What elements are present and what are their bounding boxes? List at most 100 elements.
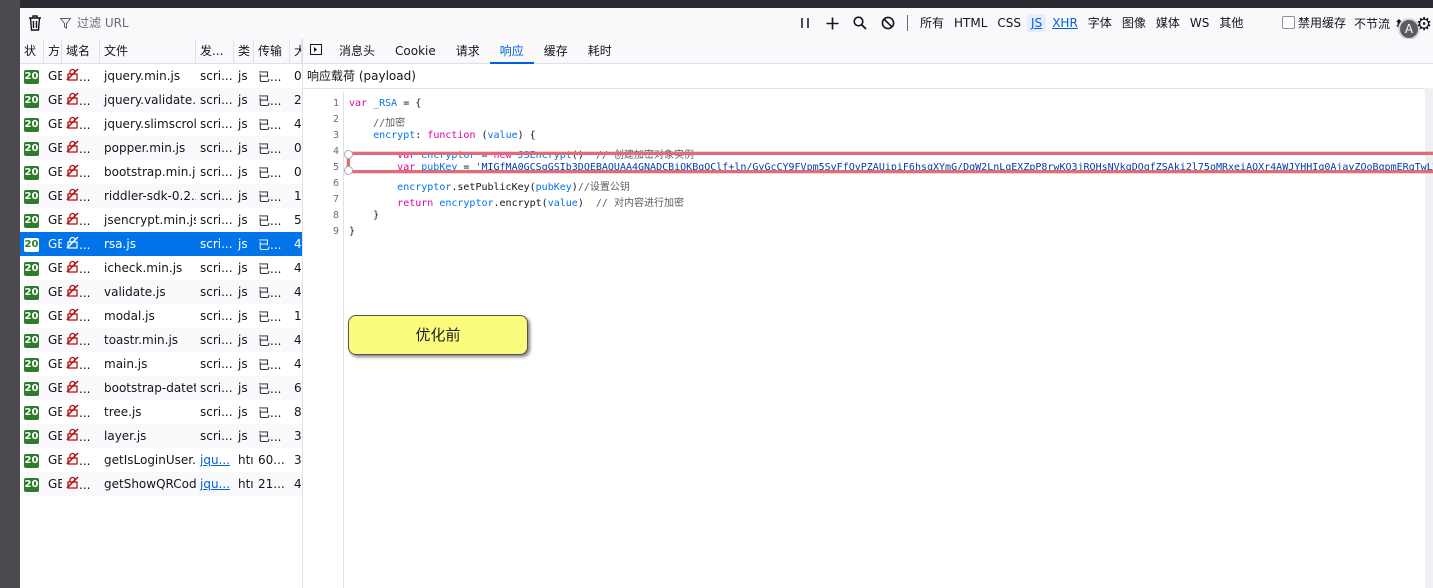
url-filter-input[interactable] bbox=[75, 15, 379, 31]
table-row[interactable]: 20 GE... rsa.js scri... js 已... 4! bbox=[20, 232, 302, 256]
status-badge: 20 bbox=[20, 380, 44, 396]
column-status[interactable]: 状 bbox=[20, 39, 44, 63]
size-cell-text: 4 bbox=[294, 357, 302, 371]
column-type[interactable]: 类 bbox=[234, 39, 254, 63]
initiator-cell-text: scri... bbox=[200, 69, 233, 83]
table-row[interactable]: 20 GE... layer.js scri... js 已... 3. bbox=[20, 424, 302, 448]
table-row[interactable]: 20 GE... getIsLoginUser.do jqu... htı 60... 3( bbox=[20, 448, 302, 472]
filter-ws[interactable]: WS bbox=[1186, 14, 1213, 32]
transfer-cell-text: 已... bbox=[258, 429, 282, 444]
tab-timings[interactable]: 耗时 bbox=[578, 39, 622, 63]
method-cell: GE bbox=[44, 309, 62, 323]
table-row[interactable]: 20 GE... getShowQRCodeL jqu... htı 21... 4 bbox=[20, 472, 302, 496]
domain-cell: ... bbox=[62, 140, 100, 156]
table-row[interactable]: 20 GE... tree.js scri... js 已... 8. bbox=[20, 400, 302, 424]
table-row[interactable]: 20 GE... toastr.min.js scri... js 已... 4 bbox=[20, 328, 302, 352]
table-row[interactable]: 20 GE... bootstrap.min.js scri... js 已... 0 bbox=[20, 160, 302, 184]
table-row[interactable]: 20 GE... bootstrap-datetin scri... js 已... 6( bbox=[20, 376, 302, 400]
table-row[interactable]: 20 GE... jquery.validate.mi scri... js 已... 2 bbox=[20, 88, 302, 112]
block-icon[interactable] bbox=[879, 14, 897, 32]
file-cell-text: jsencrypt.min.js bbox=[104, 213, 196, 227]
initiator-cell-text[interactable]: jqu... bbox=[200, 453, 230, 467]
payload-header[interactable]: 响应载荷 (payload) bbox=[303, 64, 1433, 89]
throttle-select[interactable]: 不节流 ⬍ bbox=[1354, 15, 1404, 32]
status-badge: 20 bbox=[20, 332, 44, 348]
filter-js[interactable]: JS bbox=[1027, 14, 1047, 32]
transfer-cell-text: 已... bbox=[258, 285, 282, 300]
transfer-cell-text: 已... bbox=[258, 333, 282, 348]
size-cell: 3( bbox=[290, 453, 302, 467]
insecure-lock-icon bbox=[66, 116, 79, 132]
annotation-handle[interactable] bbox=[344, 150, 353, 159]
column-initiator[interactable]: 发... bbox=[196, 39, 234, 63]
table-row[interactable]: 20 GE... jquery.min.js scri... js 已... 0 bbox=[20, 64, 302, 88]
disable-cache-checkbox[interactable] bbox=[1282, 16, 1295, 29]
tab-response[interactable]: 响应 bbox=[489, 39, 534, 64]
toolbar-divider bbox=[907, 15, 908, 31]
file-cell: main.js bbox=[100, 357, 196, 371]
gear-icon[interactable]: ⚙ bbox=[1416, 14, 1432, 35]
add-icon[interactable] bbox=[823, 14, 841, 32]
table-row[interactable]: 20 GE... jquery.slimscroll.m scri... js 已... 4 bbox=[20, 112, 302, 136]
file-cell-text: getIsLoginUser.do bbox=[104, 453, 196, 467]
filter-css[interactable]: CSS bbox=[993, 14, 1025, 32]
table-row[interactable]: 20 GE... riddler-sdk-0.2.2.js scri... js 已...… bbox=[20, 184, 302, 208]
size-cell: 4 bbox=[290, 477, 302, 491]
tab-cache[interactable]: 缓存 bbox=[534, 39, 578, 63]
url-filter[interactable] bbox=[60, 14, 379, 32]
table-row[interactable]: 20 GE... popper.min.js scri... js 已... 0 bbox=[20, 136, 302, 160]
domain-text: ... bbox=[79, 286, 91, 300]
table-row[interactable]: 20 GE... main.js scri... js 已... 4 bbox=[20, 352, 302, 376]
column-transferred[interactable]: 传输 bbox=[254, 39, 290, 63]
initiator-cell: scri... bbox=[196, 93, 234, 107]
column-file[interactable]: 文件 bbox=[100, 39, 196, 63]
filter-all[interactable]: 所有 bbox=[916, 14, 948, 32]
trash-icon[interactable] bbox=[26, 14, 44, 32]
filter-html[interactable]: HTML bbox=[950, 14, 991, 32]
filter-other[interactable]: 其他 bbox=[1215, 14, 1247, 32]
method-cell: GE bbox=[44, 285, 62, 299]
tab-request[interactable]: 请求 bbox=[446, 39, 490, 63]
filter-xhr[interactable]: XHR bbox=[1048, 14, 1082, 32]
annotation-handle[interactable] bbox=[344, 166, 353, 175]
column-size[interactable]: 大 bbox=[290, 39, 302, 63]
column-domain[interactable]: 域名 bbox=[62, 39, 100, 63]
status-badge: 20 bbox=[20, 284, 44, 300]
file-cell-text: main.js bbox=[104, 357, 148, 371]
insecure-lock-icon bbox=[66, 308, 79, 324]
table-row[interactable]: 20 GE... jsencrypt.min.js scri... js 已... 5 bbox=[20, 208, 302, 232]
tab-cookies[interactable]: Cookie bbox=[385, 39, 446, 63]
file-cell-text: jquery.validate.mi bbox=[104, 93, 196, 107]
filter-fonts[interactable]: 字体 bbox=[1084, 14, 1116, 32]
window-left-edge bbox=[0, 0, 20, 588]
request-detail-panel: 消息头 Cookie 请求 响应 缓存 耗时 响应载荷 (payload) 1 … bbox=[303, 39, 1433, 588]
filter-media[interactable]: 媒体 bbox=[1152, 14, 1184, 32]
filter-images[interactable]: 图像 bbox=[1118, 14, 1150, 32]
search-icon[interactable] bbox=[851, 14, 869, 32]
line-number: 5 bbox=[332, 162, 339, 173]
domain-cell: ... bbox=[62, 380, 100, 396]
domain-text: ... bbox=[79, 382, 91, 396]
domain-text: ... bbox=[79, 454, 91, 468]
method-cell: GE bbox=[44, 381, 62, 395]
type-cell-text: js bbox=[238, 333, 248, 347]
initiator-cell-text[interactable]: jqu... bbox=[200, 477, 230, 491]
domain-cell: ... bbox=[62, 308, 100, 324]
domain-text: ... bbox=[79, 142, 91, 156]
toggle-panel-icon[interactable] bbox=[303, 44, 329, 58]
column-method[interactable]: 方 bbox=[44, 39, 62, 63]
initiator-cell: scri... bbox=[196, 69, 234, 83]
table-row[interactable]: 20 GE... modal.js scri... js 已... 1( bbox=[20, 304, 302, 328]
status-badge: 20 bbox=[24, 454, 39, 468]
table-row[interactable]: 20 GE... icheck.min.js scri... js 已... 4 bbox=[20, 256, 302, 280]
transfer-cell: 已... bbox=[254, 428, 290, 445]
file-cell: bootstrap.min.js bbox=[100, 165, 196, 179]
pause-icon[interactable] bbox=[796, 14, 814, 32]
method-cell-text: GE bbox=[48, 117, 62, 131]
transfer-cell-text: 已... bbox=[258, 261, 282, 276]
disable-cache-toggle[interactable]: 禁用缓存 bbox=[1282, 14, 1346, 31]
code-viewer[interactable]: 1 2 3 4 5 6 7 8 9 var _RSA = { //加密 encr… bbox=[303, 92, 1433, 588]
tab-headers[interactable]: 消息头 bbox=[329, 39, 385, 63]
table-row[interactable]: 20 GE... validate.js scri... js 已... 4 bbox=[20, 280, 302, 304]
domain-cell: ... bbox=[62, 476, 100, 492]
